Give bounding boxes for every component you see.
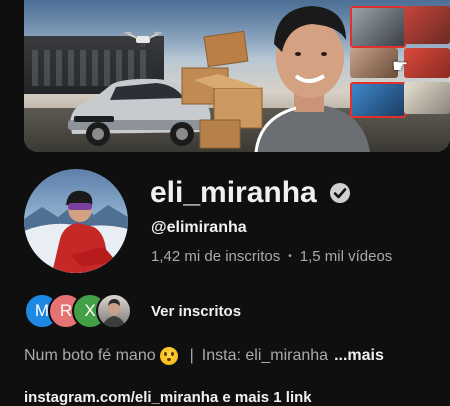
channel-description[interactable]: Num boto fé mano | Insta: eli_miranha ..… <box>24 347 384 365</box>
channel-stats: 1,42 mi de inscritos • 1,5 mil vídeos <box>151 248 392 265</box>
thumbnail-2 <box>404 6 450 44</box>
verified-check-icon <box>329 183 350 203</box>
description-insta-text: Insta: eli_miranha <box>201 347 329 364</box>
channel-avatar[interactable] <box>24 169 128 273</box>
channel-name: eli_miranha <box>150 176 317 209</box>
thumbnail-6 <box>404 82 450 114</box>
thumbnail-1 <box>350 6 406 48</box>
channel-handle: @elimiranha <box>151 219 247 236</box>
hand-cursor-icon: ☛ <box>392 56 409 76</box>
see-subscribers-row[interactable]: M R X Ver inscritos <box>24 293 241 329</box>
see-subscribers-link[interactable]: Ver inscritos <box>151 303 241 320</box>
video-thumbnails-collage: ☛ <box>346 0 450 150</box>
description-divider: | <box>189 347 194 364</box>
thumbnail-3 <box>350 48 398 78</box>
channel-banner: ☛ <box>24 0 450 152</box>
subscriber-avatars: M R X <box>24 293 138 329</box>
description-text: Num boto fé mano <box>24 347 156 364</box>
subscriber-avatar-photo <box>96 293 132 329</box>
subscriber-count: 1,42 mi de inscritos <box>151 248 281 265</box>
drone-image <box>124 31 162 47</box>
video-count: 1,5 mil vídeos <box>299 248 393 265</box>
thumbnail-5 <box>350 82 406 118</box>
thumbnail-4 <box>404 48 450 78</box>
more-button[interactable]: ...mais <box>334 347 384 365</box>
avatar-photo <box>24 190 128 273</box>
flushed-face-emoji-icon <box>159 347 178 365</box>
channel-links[interactable]: instagram.com/eli_miranha e mais 1 link <box>24 389 312 406</box>
stats-separator: • <box>288 251 292 262</box>
channel-name-row: eli_miranha <box>150 176 351 210</box>
